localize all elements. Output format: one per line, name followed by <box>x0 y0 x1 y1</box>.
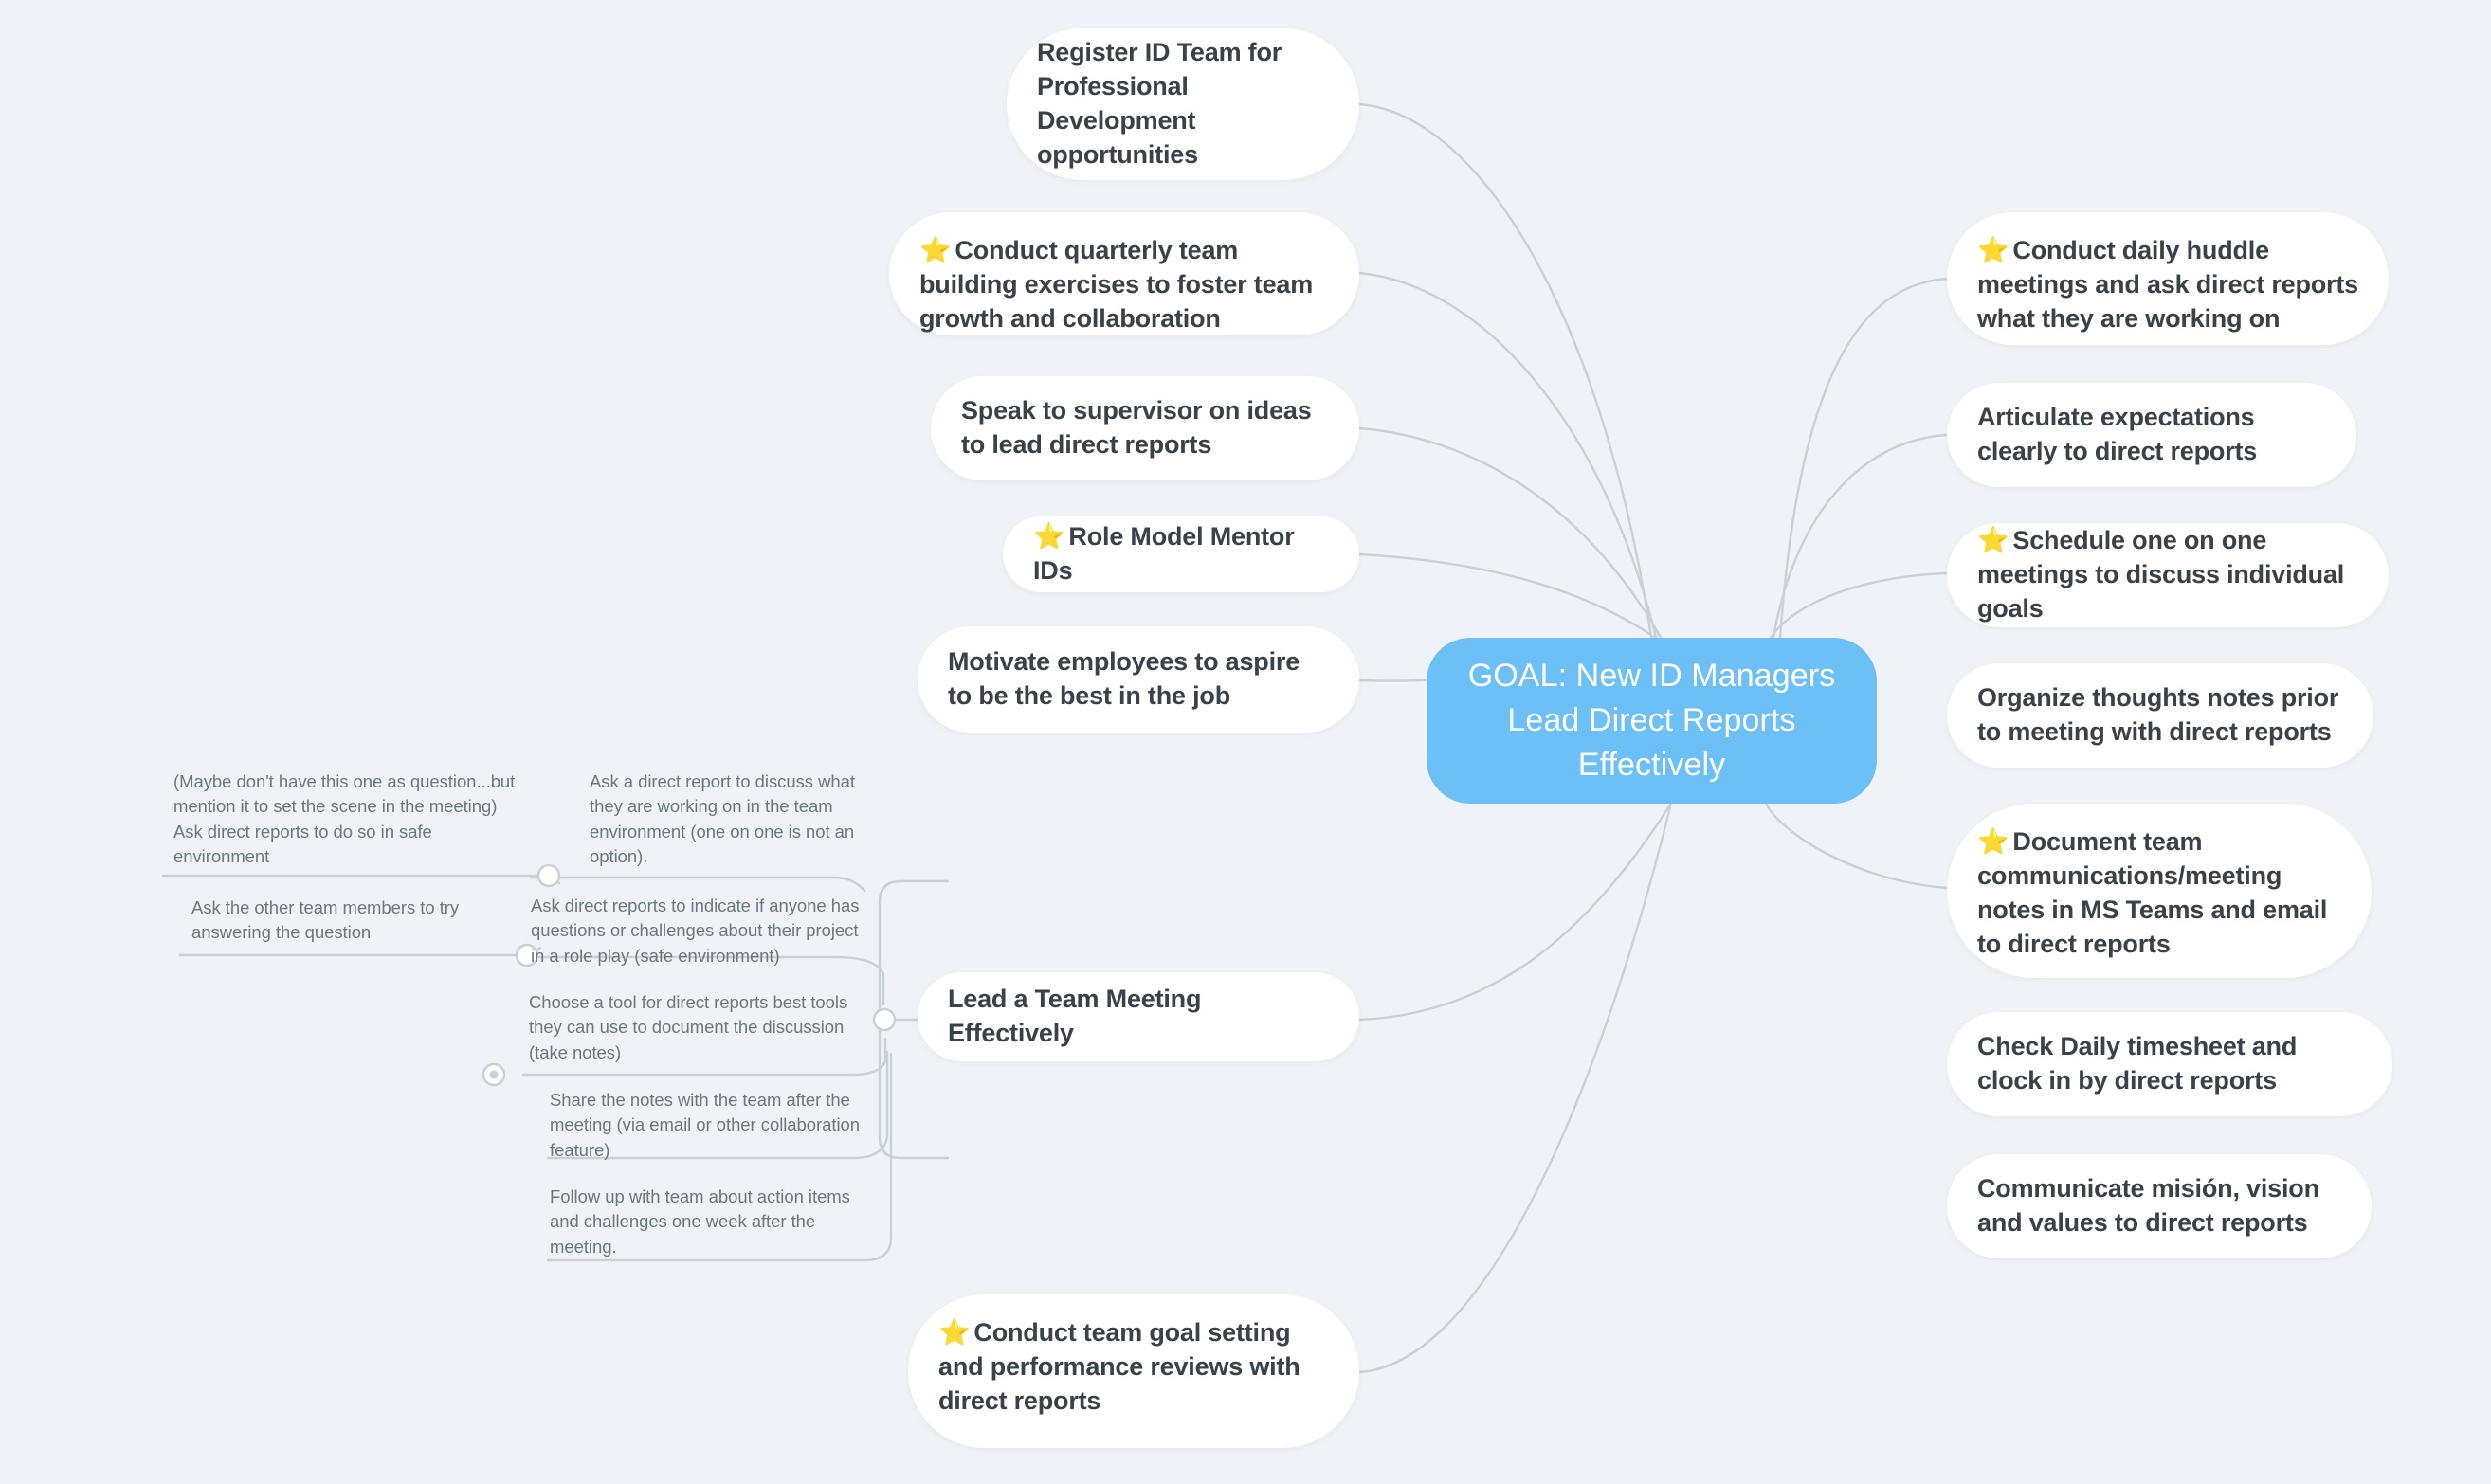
node-text: Conduct daily huddle meetings and ask di… <box>1977 236 2358 333</box>
center-goal-node[interactable]: GOAL: New ID Managers Lead Direct Report… <box>1427 638 1877 804</box>
star-icon: ⭐ <box>1977 827 2009 856</box>
link-role-model-mentor-ids <box>1357 552 1674 652</box>
node-text: Conduct quarterly team building exercise… <box>919 236 1314 333</box>
node-label: Lead a Team Meeting Effectively <box>948 985 1202 1047</box>
node-team-goal-setting[interactable]: ⭐ Conduct team goal setting and performan… <box>908 1294 1359 1448</box>
leaf-label: Choose a tool for direct reports best to… <box>529 992 848 1062</box>
leaf-label: (Maybe don't have this one as question..… <box>173 771 516 867</box>
node-check-daily-timesheet[interactable]: Check Daily timesheet and clock in by di… <box>1947 1012 2392 1116</box>
link-group1-elbow <box>535 874 561 885</box>
star-icon: ⭐ <box>938 1318 971 1347</box>
leaf-label: Ask the other team members to try answer… <box>191 897 460 943</box>
link-speak-to-supervisor <box>1357 426 1666 646</box>
leaf-ask-indicate-questions[interactable]: Ask direct reports to indicate if anyone… <box>531 894 861 968</box>
node-motivate-employees[interactable]: Motivate employees to aspire to be the b… <box>918 626 1359 733</box>
node-lead-team-meeting[interactable]: Lead a Team Meeting Effectively <box>918 972 1359 1061</box>
node-organize-thoughts[interactable]: Organize thoughts notes prior to meeting… <box>1947 663 2373 768</box>
link-quarterly-team-building <box>1357 271 1659 642</box>
node-label: ⭐ Conduct team goal setting and performan… <box>938 1316 1329 1419</box>
node-text: Role Model Mentor IDs <box>1033 522 1295 585</box>
node-document-team-comms[interactable]: ⭐ Document team communications/meeting no… <box>1947 804 2372 978</box>
node-articulate-expectations[interactable]: Articulate expectations clearly to direc… <box>1947 383 2356 487</box>
leaf-label: Ask direct reports to indicate if anyone… <box>531 896 860 966</box>
node-label: ⭐ Document team communications/meeting no… <box>1977 825 2341 962</box>
node-text: Conduct team goal setting and performanc… <box>938 1318 1300 1415</box>
link-articulate-expectations <box>1771 433 1949 644</box>
collapse-handle-3 <box>872 1007 897 1032</box>
node-label: Organize thoughts notes prior to meeting… <box>1977 683 2339 746</box>
node-label: ⭐ Conduct quarterly team building exercis… <box>919 234 1329 336</box>
collapse-handle-1 <box>536 863 561 888</box>
leaf-ask-other-team-members[interactable]: Ask the other team members to try answer… <box>191 896 523 946</box>
node-label: Communicate misión, vision and values to… <box>1977 1174 2319 1237</box>
star-icon: ⭐ <box>1977 526 2009 555</box>
node-label: ⭐ Conduct daily huddle meetings and ask d… <box>1977 234 2358 336</box>
star-icon: ⭐ <box>1033 522 1065 552</box>
leaf-share-the-notes[interactable]: Share the notes with the team after the … <box>550 1088 872 1163</box>
leaf-label: Share the notes with the team after the … <box>550 1090 861 1160</box>
node-role-model-mentor-ids[interactable]: ⭐ Role Model Mentor IDs <box>1003 516 1359 592</box>
node-label: Articulate expectations clearly to direc… <box>1977 403 2258 465</box>
link-document-team-comms <box>1763 800 1949 890</box>
link-lead-team-meeting <box>1357 794 1678 1022</box>
node-register-id-team[interactable]: Register ID Team for Professional Develo… <box>1007 28 1359 180</box>
node-quarterly-team-building[interactable]: ⭐ Conduct quarterly team building exercis… <box>889 212 1359 335</box>
collapse-handle-4 <box>482 1062 506 1087</box>
leaf-choose-a-tool[interactable]: Choose a tool for direct reports best to… <box>529 990 859 1065</box>
node-communicate-mission[interactable]: Communicate misión, vision and values to… <box>1947 1154 2372 1258</box>
leaf-ask-direct-report-discuss[interactable]: Ask a direct report to discuss what they… <box>590 769 874 870</box>
star-icon: ⭐ <box>1977 236 2009 264</box>
link-leaf-ask-direct-report <box>529 876 866 893</box>
leaf-label: Ask a direct report to discuss what they… <box>590 771 855 867</box>
leaf-maybe-dont-have[interactable]: (Maybe don't have this one as question..… <box>173 769 522 870</box>
node-label: Speak to supervisor on ideas to lead dir… <box>961 396 1312 459</box>
link-daily-huddle <box>1778 277 1949 641</box>
node-label: Motivate employees to aspire to be the b… <box>948 647 1300 710</box>
node-label: Check Daily timesheet and clock in by di… <box>1977 1032 2298 1095</box>
mindmap-canvas: GOAL: New ID Managers Lead Direct Report… <box>0 0 2491 1484</box>
star-icon: ⭐ <box>919 236 952 264</box>
collapse-handle-dot <box>489 1070 499 1079</box>
link-register-id-team <box>1357 102 1653 639</box>
node-label: ⭐ Schedule one on one meetings to discuss… <box>1977 524 2358 626</box>
node-one-on-one-meetings[interactable]: ⭐ Schedule one on one meetings to discuss… <box>1947 523 2389 627</box>
node-speak-to-supervisor[interactable]: Speak to supervisor on ideas to lead dir… <box>931 376 1359 480</box>
node-daily-huddle[interactable]: ⭐ Conduct daily huddle meetings and ask d… <box>1947 212 2389 345</box>
center-goal-label: GOAL: New ID Managers Lead Direct Report… <box>1467 658 1836 783</box>
node-text: Schedule one on one meetings to discuss … <box>1977 526 2345 623</box>
node-text: Document team communications/meeting not… <box>1977 827 2328 958</box>
leaf-label: Follow up with team about action items a… <box>550 1186 850 1257</box>
link-team-goal-setting <box>1357 805 1672 1374</box>
node-label: ⭐ Role Model Mentor IDs <box>1033 520 1329 588</box>
leaf-follow-up-with-team[interactable]: Follow up with team about action items a… <box>550 1185 880 1259</box>
node-label: Register ID Team for Professional Develo… <box>1037 38 1282 169</box>
